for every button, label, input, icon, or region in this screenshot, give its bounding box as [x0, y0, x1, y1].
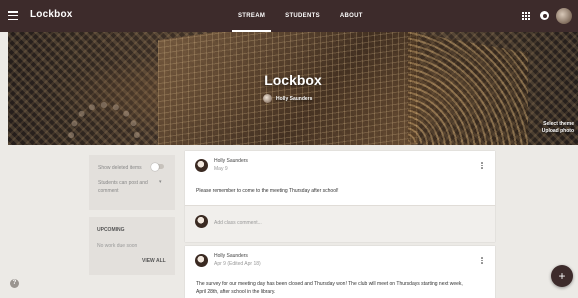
account-avatar[interactable]: [556, 8, 572, 24]
post-author[interactable]: Holly Saunders: [214, 253, 248, 259]
create-post-button[interactable]: +: [551, 265, 573, 287]
banner-ornament-image: [408, 32, 528, 145]
more-options-icon[interactable]: [481, 257, 483, 265]
teacher-avatar: [263, 94, 272, 103]
post-body-line1: The survey for our meeting day has been …: [196, 281, 463, 287]
nav-tabs: STREAM STUDENTS ABOUT: [228, 0, 373, 32]
top-app-bar: Lockbox STREAM STUDENTS ABOUT: [0, 0, 578, 32]
app-title[interactable]: Lockbox: [30, 9, 73, 20]
students-permission-label-2: comment: [98, 188, 119, 194]
chevron-down-icon[interactable]: ▾: [159, 179, 162, 185]
banner-lockbox-image: [158, 32, 418, 145]
help-icon[interactable]: ?: [10, 279, 19, 288]
notifications-icon[interactable]: [540, 11, 549, 20]
show-deleted-label: Show deleted items: [98, 165, 142, 171]
apps-grid-icon[interactable]: [522, 12, 530, 20]
class-comment-input[interactable]: Add class comment...: [214, 220, 262, 226]
banner-gear-decoration: [68, 102, 140, 145]
menu-icon[interactable]: [8, 11, 18, 21]
select-theme-link[interactable]: Select theme: [542, 121, 574, 128]
tab-stream[interactable]: STREAM: [228, 0, 275, 32]
post-date: Apr 9 (Edited Apr 18): [214, 261, 261, 267]
more-options-icon[interactable]: [481, 162, 483, 170]
upload-photo-link[interactable]: Upload photo: [542, 128, 574, 135]
upcoming-title: UPCOMING: [97, 227, 125, 233]
show-deleted-toggle[interactable]: [151, 162, 164, 171]
class-title: Lockbox: [264, 72, 322, 88]
view-all-link[interactable]: VIEW ALL: [142, 258, 166, 264]
students-permission-label[interactable]: Students can post and: [98, 180, 148, 186]
tab-students[interactable]: STUDENTS: [275, 0, 330, 32]
author-avatar: [195, 159, 208, 172]
post-author[interactable]: Holly Saunders: [214, 158, 248, 164]
banner-actions: Select theme Upload photo: [542, 121, 574, 135]
post-body-line2: April 28th, after school in the library.: [196, 289, 276, 295]
teacher-info: Holly Saunders: [263, 94, 312, 103]
tab-about[interactable]: ABOUT: [330, 0, 373, 32]
teacher-name: Holly Saunders: [276, 95, 313, 102]
no-work-text: No work due soon: [97, 243, 138, 249]
class-banner: Lockbox Holly Saunders Select theme Uplo…: [8, 32, 578, 145]
author-avatar: [195, 254, 208, 267]
post-body: Please remember to come to the meeting T…: [196, 188, 339, 194]
post-date: May 9: [214, 166, 228, 172]
commenter-avatar: [195, 215, 208, 228]
